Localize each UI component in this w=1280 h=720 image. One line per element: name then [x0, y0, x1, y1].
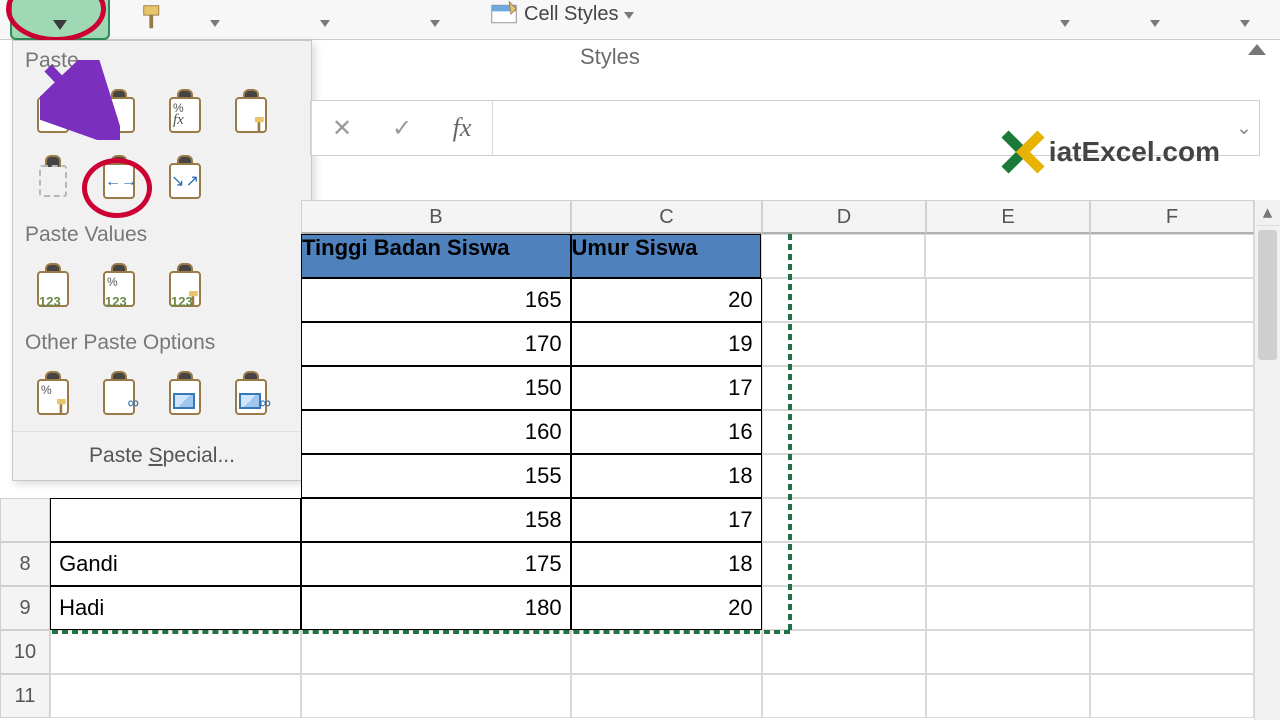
cell-styles-icon [490, 0, 518, 28]
cell[interactable]: 175 [301, 542, 571, 586]
paste-section-header: Paste [13, 41, 311, 79]
cell[interactable]: 180 [301, 586, 571, 630]
cell[interactable]: 158 [301, 498, 571, 542]
ribbon-dropdown-icon[interactable] [210, 20, 220, 27]
cell[interactable] [1090, 234, 1254, 278]
ribbon-group-label: Styles [580, 44, 640, 70]
cell[interactable]: Gandi [50, 542, 301, 586]
watermark-text: iatExcel.com [1049, 136, 1220, 168]
watermark: iatExcel.com [1001, 130, 1220, 174]
ribbon-dropdown-icon[interactable] [1240, 20, 1250, 27]
ribbon-dropdown-icon[interactable] [1060, 20, 1070, 27]
ribbon-dropdown-icon[interactable] [320, 20, 330, 27]
cell[interactable]: Umur Siswa [571, 234, 762, 278]
row-header[interactable]: 8 [0, 542, 50, 586]
paste-option-formulas-number-format[interactable]: %fx [157, 83, 213, 139]
scrollbar-thumb[interactable] [1258, 230, 1277, 360]
worksheet-grid[interactable]: B C D E F 1 Tinggi Badan Siswa Umur Sisw… [0, 200, 1254, 720]
scroll-up-button[interactable]: ▴ [1255, 200, 1280, 226]
chevron-down-icon [53, 20, 67, 30]
ribbon-bar: Cell Styles [0, 0, 1280, 40]
paste-option-keep-source-formatting[interactable] [223, 83, 279, 139]
row-header[interactable]: 10 [0, 630, 50, 674]
cell[interactable]: 170 [301, 322, 571, 366]
collapse-ribbon-button[interactable] [1248, 44, 1266, 55]
cell[interactable]: 155 [301, 454, 571, 498]
row-header[interactable]: 9 [0, 586, 50, 630]
cell[interactable]: 17 [571, 366, 762, 410]
ribbon-dropdown-icon[interactable] [1150, 20, 1160, 27]
cell[interactable]: Hadi [50, 586, 301, 630]
row-header[interactable]: 7 [0, 498, 50, 542]
paste-option-keep-column-widths[interactable]: ←→ [91, 149, 147, 205]
cell[interactable]: 20 [571, 278, 762, 322]
column-header[interactable]: C [571, 200, 762, 234]
paste-option-paste[interactable] [25, 83, 81, 139]
cell[interactable]: 19 [571, 322, 762, 366]
column-header[interactable]: B [301, 200, 571, 234]
row-header[interactable]: 11 [0, 674, 50, 718]
cell[interactable]: 20 [571, 586, 762, 630]
cell[interactable]: 150 [301, 366, 571, 410]
cell[interactable]: 18 [571, 454, 762, 498]
column-headers-row: B C D E F [0, 200, 1254, 234]
format-painter-button[interactable] [140, 2, 170, 32]
ribbon-dropdown-icon[interactable] [430, 20, 440, 27]
vertical-scrollbar[interactable]: ▴ [1254, 200, 1280, 720]
cell-styles-button[interactable]: Cell Styles [490, 0, 634, 28]
paste-option-no-borders[interactable] [25, 149, 81, 205]
cell[interactable] [925, 234, 1089, 278]
cell-styles-label: Cell Styles [524, 3, 618, 26]
paste-option-transpose[interactable]: ↘↗ [157, 149, 213, 205]
cell[interactable]: 17 [571, 498, 762, 542]
cell[interactable] [761, 234, 925, 278]
dropdown-icon [624, 12, 634, 19]
column-header[interactable]: F [1090, 200, 1254, 234]
column-header[interactable]: E [926, 200, 1090, 234]
cell[interactable]: 18 [571, 542, 762, 586]
expand-formula-bar-button[interactable]: ⌄ [1229, 117, 1259, 140]
enter-button[interactable]: ✓ [372, 114, 432, 143]
cell[interactable]: 16 [571, 410, 762, 454]
paste-split-button[interactable] [10, 0, 110, 40]
insert-function-button[interactable]: fx [432, 113, 492, 143]
cancel-button[interactable]: ✕ [312, 114, 372, 143]
logo-icon [1001, 130, 1045, 174]
cell[interactable] [50, 498, 301, 542]
cell[interactable]: 165 [301, 278, 571, 322]
column-header[interactable]: D [762, 200, 926, 234]
cell[interactable]: Tinggi Badan Siswa [301, 234, 571, 278]
cell[interactable]: 160 [301, 410, 571, 454]
paste-option-formulas[interactable]: fx [91, 83, 147, 139]
